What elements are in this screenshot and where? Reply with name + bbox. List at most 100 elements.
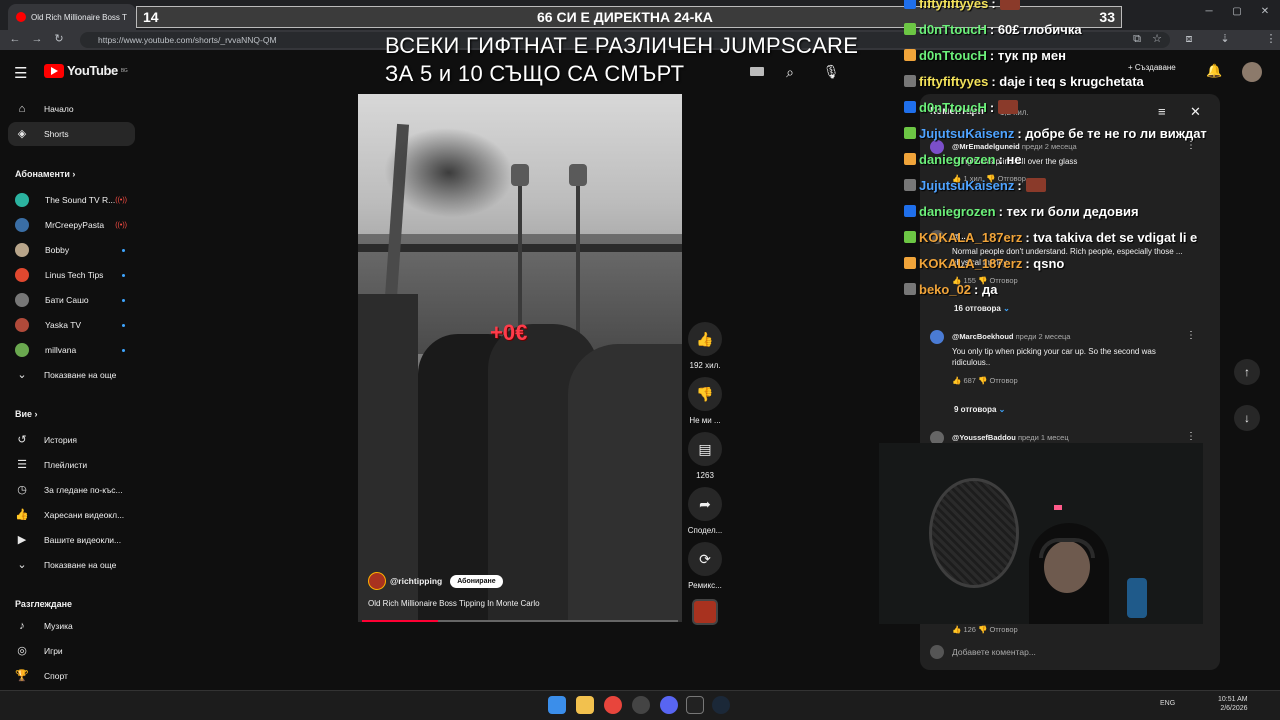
sidebar-item[interactable]: ◎ Игри <box>8 639 135 663</box>
downloads-icon[interactable]: ⇣ <box>1218 32 1232 46</box>
chat-username[interactable]: d0nTtoucH <box>919 100 987 115</box>
terminal-icon[interactable] <box>686 696 704 714</box>
view-replies-button[interactable]: 16 отговора ⌄ <box>954 304 1010 313</box>
channel-avatar <box>15 268 29 282</box>
chat-username[interactable]: JujutsuKaisenz <box>919 178 1014 193</box>
new-content-dot-icon <box>122 298 125 302</box>
sidebar-item[interactable]: ☰ Плейлисти <box>8 453 135 477</box>
you-heading[interactable]: Вие › <box>15 409 38 419</box>
steam-icon[interactable] <box>712 696 730 714</box>
show-more-subscriptions[interactable]: ⌄ Показване на още <box>8 363 135 387</box>
shorts-video-player[interactable]: +0€ @richtipping Абониране Old Rich Mill… <box>358 94 682 622</box>
sidebar-subscription-item[interactable]: Бати Сашо <box>8 288 135 312</box>
chat-username[interactable]: d0nTtoucH <box>919 22 987 37</box>
sidebar-subscription-item[interactable]: Yaska TV <box>8 313 135 337</box>
subscriptions-heading[interactable]: Абонаменти › <box>15 169 75 179</box>
webcam-egg-chair <box>929 478 1019 588</box>
comment-avatar[interactable] <box>930 330 944 344</box>
sidebar-subscription-item[interactable]: MrCreepyPasta ((•)) <box>8 213 135 237</box>
discord-icon[interactable] <box>660 696 678 714</box>
chat-username[interactable]: KOKALA_187erz <box>919 230 1022 245</box>
chat-username[interactable]: beko_02 <box>919 282 971 297</box>
windows-start-icon[interactable] <box>548 696 566 714</box>
sidebar-subscription-item[interactable]: Linus Tech Tips <box>8 263 135 287</box>
back-icon[interactable]: ← <box>8 32 22 46</box>
chat-username[interactable]: fiftyfiftyyes <box>919 0 988 11</box>
sidebar-item[interactable]: 🏆 Спорт <box>8 664 135 688</box>
chat-username[interactable]: JujutsuKaisenz <box>919 126 1014 141</box>
sidebar-item-home[interactable]: ⌂ Начало <box>8 97 135 121</box>
chat-username[interactable]: d0nTtoucH <box>919 48 987 63</box>
browser-menu-icon[interactable]: ⋮ <box>1264 32 1278 46</box>
sort-icon[interactable]: ≡ <box>1158 104 1166 119</box>
chat-username[interactable]: KOKALA_187erz <box>919 256 1022 271</box>
more-options-icon[interactable]: ⋮ <box>1186 330 1196 341</box>
subscribe-button[interactable]: Абониране <box>450 574 503 588</box>
browser-tab[interactable]: Old Rich Millionaire Boss T <box>8 4 136 30</box>
chat-username[interactable]: daniegrozen <box>919 152 996 167</box>
reload-icon[interactable]: ↻ <box>52 32 66 46</box>
extensions-icon[interactable]: ⧈ <box>1182 32 1196 46</box>
youtube-favicon-icon <box>16 12 26 22</box>
chrome-icon[interactable] <box>604 696 622 714</box>
sidebar-item-label: Yaska TV <box>45 320 82 330</box>
more-options-icon[interactable]: ⋮ <box>1186 140 1196 151</box>
comment-author[interactable]: @MrEmadelguneid преди 2 месеца <box>952 142 1077 151</box>
sidebar-item[interactable]: ▶ Вашите видеокли... <box>8 528 135 552</box>
previous-short-arrow-up-icon[interactable]: ↑ <box>1234 359 1260 385</box>
file-explorer-icon[interactable] <box>576 696 594 714</box>
chat-username[interactable]: daniegrozen <box>919 204 996 219</box>
channel-name[interactable]: @richtipping <box>390 576 442 586</box>
sidebar-item[interactable]: 👍 Харесани видеокл... <box>8 503 135 527</box>
comment-author[interactable]: @YoussefBaddou преди 1 месец <box>952 433 1069 442</box>
chat-badge-icon <box>904 283 916 295</box>
language-indicator[interactable]: ENG <box>1160 700 1175 707</box>
install-app-icon[interactable]: ⧉ <box>1130 32 1144 46</box>
share-button[interactable]: ➦ Сподел... <box>686 487 724 535</box>
video-progress-bar[interactable] <box>362 620 678 622</box>
next-short-arrow-down-icon[interactable]: ↓ <box>1234 405 1260 431</box>
tip-amount-badge: +0€ <box>490 320 528 345</box>
sidebar-item-shorts[interactable]: ◈ Shorts <box>8 122 135 146</box>
avatar[interactable] <box>1242 62 1262 82</box>
system-clock[interactable]: 10:51 AM 2/6/2026 <box>1218 695 1248 713</box>
sidebar-item[interactable]: ♪ Музика <box>8 614 135 638</box>
remix-button[interactable]: ⟳ Ремикс... <box>686 542 724 590</box>
comments-button[interactable]: ▤ 1263 <box>686 432 724 480</box>
sidebar-item[interactable]: ⌄ Показване на още <box>8 553 135 577</box>
dislike-button[interactable]: 👎 Не ми ... <box>686 377 724 425</box>
sidebar-subscription-item[interactable]: Bobby <box>8 238 135 262</box>
channel-avatar <box>15 318 29 332</box>
comment-actions[interactable]: 👍 126 👎 Отговор <box>952 625 1018 634</box>
comment-actions[interactable]: 👍 687 👎 Отговор <box>952 376 1018 385</box>
video-title[interactable]: Old Rich Millionaire Boss Tipping In Mon… <box>368 599 540 608</box>
channel-avatar[interactable] <box>368 572 386 590</box>
minimize-icon[interactable]: ─ <box>1198 4 1220 20</box>
more-options-icon[interactable]: ⋮ <box>1186 431 1196 442</box>
view-replies-button[interactable]: 9 отговора ⌄ <box>954 405 1005 414</box>
close-icon[interactable]: ✕ <box>1190 104 1201 120</box>
like-button[interactable]: 👍 192 хил. <box>686 322 724 370</box>
sidebar-subscription-item[interactable]: millvana <box>8 338 135 362</box>
chat-text: : не <box>998 152 1022 167</box>
chat-username[interactable]: fiftyfiftyyes <box>919 74 988 89</box>
youtube-play-icon <box>44 63 64 78</box>
forward-icon[interactable]: → <box>30 32 44 46</box>
close-window-icon[interactable]: ✕ <box>1254 4 1276 20</box>
sidebar-item[interactable]: ◷ За гледане по-къс... <box>8 478 135 502</box>
create-button[interactable]: + Създаване <box>1128 63 1176 72</box>
obs-icon[interactable] <box>632 696 650 714</box>
music-icon: ♪ <box>19 620 25 632</box>
sidebar-item[interactable]: ↺ История <box>8 428 135 452</box>
menu-icon[interactable]: ☰ <box>14 64 27 82</box>
bookmark-star-icon[interactable]: ☆ <box>1150 32 1164 46</box>
sidebar-subscription-item[interactable]: The Sound TV R... ((•)) <box>8 188 135 212</box>
youtube-logo[interactable]: YouTube BG <box>44 63 128 78</box>
games-icon: ◎ <box>17 645 27 657</box>
comment-author[interactable]: @MarcBoekhoud преди 2 месеца <box>952 332 1070 341</box>
maximize-icon[interactable]: ▢ <box>1226 4 1248 20</box>
sound-thumbnail[interactable] <box>692 599 718 625</box>
like-count: 192 хил. <box>689 361 721 370</box>
notifications-bell-icon[interactable]: 🔔 <box>1206 63 1222 79</box>
add-comment-field[interactable]: Добавете коментар... <box>930 645 1036 659</box>
